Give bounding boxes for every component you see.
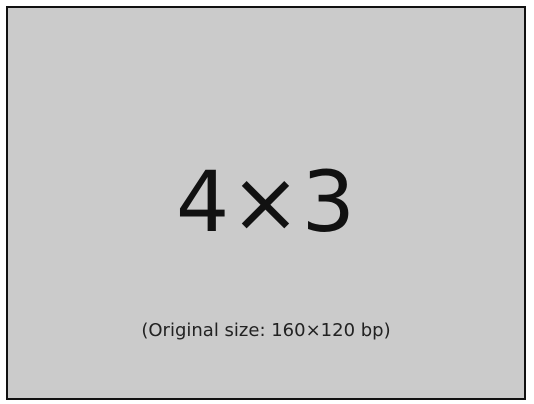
image-placeholder: 4×3 (Original size: 160×120 bp) — [6, 6, 526, 400]
aspect-ratio-label: 4×3 — [175, 153, 357, 251]
original-size-caption: (Original size: 160×120 bp) — [141, 320, 391, 341]
